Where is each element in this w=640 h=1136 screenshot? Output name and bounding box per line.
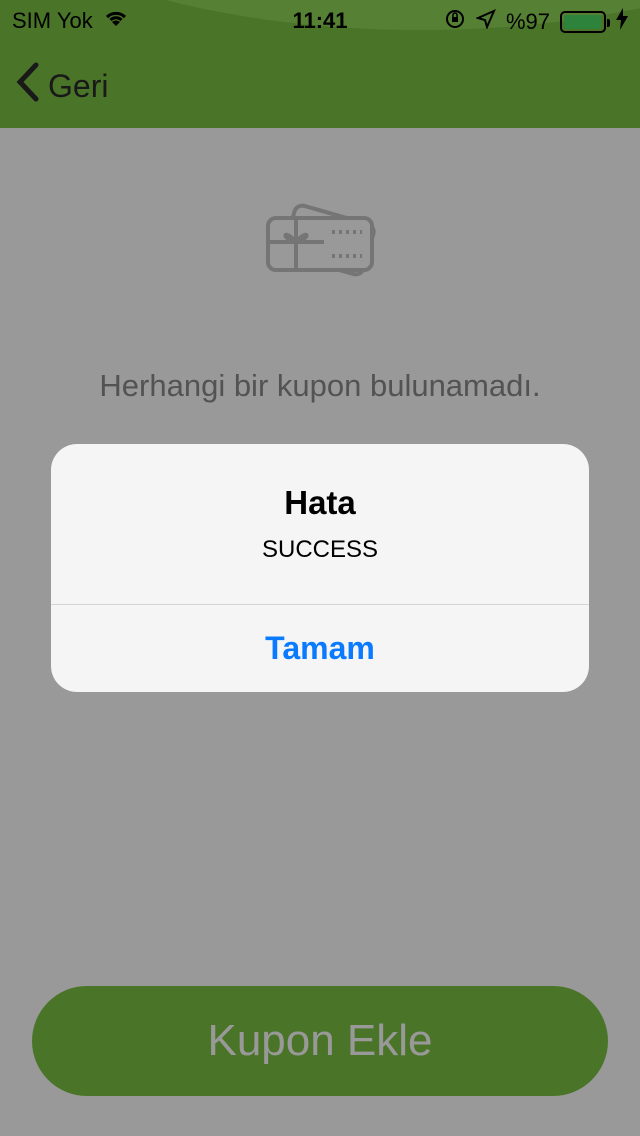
alert-dialog: Hata SUCCESS Tamam: [51, 444, 589, 692]
alert-title: Hata: [284, 484, 356, 521]
alert-message: SUCCESS: [261, 536, 379, 563]
alert-ok-button[interactable]: Tamam: [51, 605, 589, 692]
